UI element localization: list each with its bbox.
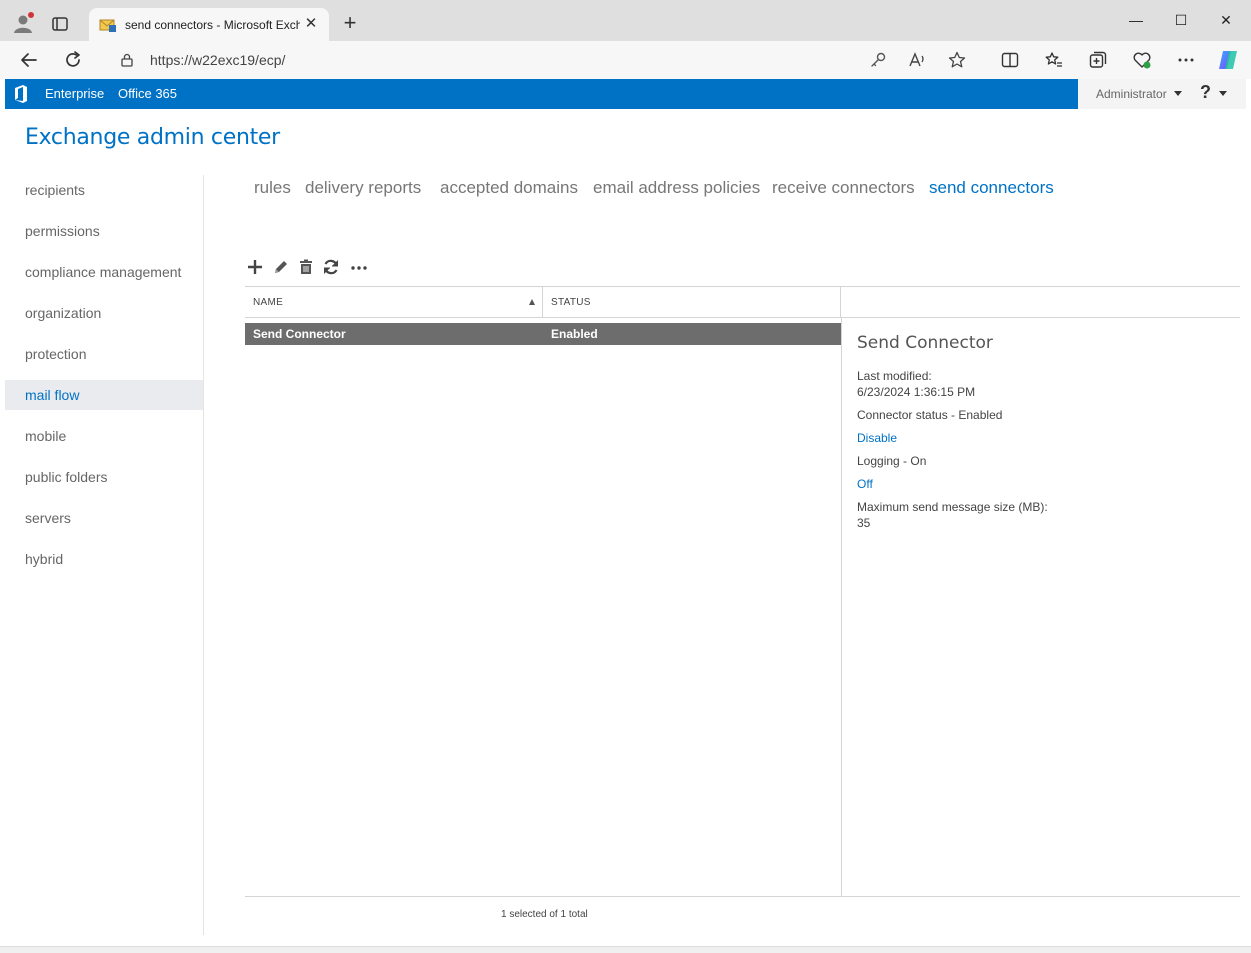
reload-icon[interactable] — [62, 49, 84, 71]
page-title: Exchange admin center — [25, 125, 280, 150]
address-bar[interactable]: https://w22exc19/ecp/ — [110, 46, 900, 74]
last-modified-label: Last modified: — [857, 369, 932, 383]
nav-item-hybrid[interactable]: hybrid — [5, 544, 204, 574]
lock-icon[interactable] — [120, 53, 134, 67]
delete-icon[interactable] — [297, 258, 315, 276]
key-icon[interactable] — [868, 50, 888, 70]
logging-off-link[interactable]: Off — [857, 477, 873, 491]
left-nav-divider — [203, 175, 204, 935]
max-size-label: Maximum send message size (MB): — [857, 500, 1048, 514]
help-icon[interactable]: ? — [1200, 82, 1211, 103]
chevron-down-icon[interactable] — [1219, 91, 1227, 96]
sort-ascending-icon — [529, 299, 535, 305]
nav-item-public-folders[interactable]: public folders — [5, 462, 204, 492]
favorites-icon[interactable] — [1044, 50, 1064, 70]
nav-item-compliance-management[interactable]: compliance management — [5, 257, 204, 287]
nav-item-mobile[interactable]: mobile — [5, 421, 204, 451]
edit-icon[interactable] — [272, 258, 290, 276]
read-aloud-icon[interactable] — [907, 50, 927, 70]
row-name: Send Connector — [253, 327, 346, 341]
suite-bar: Enterprise Office 365 Administrator ? — [5, 79, 1246, 109]
close-window-icon[interactable]: ✕ — [1216, 10, 1236, 30]
tab-email-address-policies[interactable]: email address policies — [593, 178, 760, 198]
tab-send-connectors[interactable]: send connectors — [929, 178, 1054, 198]
grid-footer-divider — [245, 896, 1240, 897]
more-icon[interactable] — [350, 258, 368, 276]
collections-icon[interactable] — [1088, 50, 1108, 70]
nav-item-recipients[interactable]: recipients — [5, 175, 204, 205]
max-size-value: 35 — [857, 516, 871, 530]
nav-item-protection[interactable]: protection — [5, 339, 204, 369]
browser-essentials-icon[interactable] — [1132, 50, 1152, 70]
tab-receive-connectors[interactable]: receive connectors — [772, 178, 915, 198]
tab-delivery-reports[interactable]: delivery reports — [305, 178, 421, 198]
details-title: Send Connector — [857, 333, 993, 353]
grid-header: NAME STATUS — [245, 286, 1240, 318]
column-divider[interactable] — [542, 287, 543, 318]
admin-menu[interactable]: Administrator — [1096, 87, 1167, 101]
new-tab-icon[interactable]: + — [340, 12, 360, 34]
office-logo-icon — [15, 85, 27, 103]
nav-item-servers[interactable]: servers — [5, 503, 204, 533]
copilot-icon[interactable] — [1216, 48, 1240, 72]
browser-tab-strip: send connectors - Microsoft Exchange ✕ +… — [0, 0, 1251, 41]
office365-link[interactable]: Office 365 — [118, 86, 177, 101]
refresh-icon[interactable] — [322, 258, 340, 276]
details-divider — [841, 318, 842, 896]
column-header-name[interactable]: NAME — [253, 297, 283, 308]
window-bottom-edge — [0, 946, 1251, 953]
table-row[interactable]: Send Connector Enabled — [245, 323, 841, 345]
tab-accepted-domains[interactable]: accepted domains — [440, 178, 578, 198]
browser-toolbar: https://w22exc19/ecp/ — [0, 41, 1251, 79]
split-screen-icon[interactable] — [1000, 50, 1020, 70]
column-header-status[interactable]: STATUS — [551, 297, 591, 308]
last-modified-value: 6/23/2024 1:36:15 PM — [857, 385, 976, 399]
browser-tab[interactable]: send connectors - Microsoft Exchange ✕ — [89, 8, 329, 41]
row-status: Enabled — [551, 327, 598, 341]
nav-item-permissions[interactable]: permissions — [5, 216, 204, 246]
favorite-star-icon[interactable] — [947, 50, 967, 70]
left-nav: recipients permissions compliance manage… — [5, 170, 204, 940]
tab-actions-icon[interactable] — [50, 14, 70, 34]
minimize-icon[interactable]: — — [1126, 10, 1146, 30]
maximize-icon[interactable]: ☐ — [1171, 10, 1191, 30]
add-icon[interactable] — [246, 258, 264, 276]
chevron-down-icon[interactable] — [1174, 91, 1182, 96]
user-area: Administrator ? — [1078, 79, 1246, 109]
disable-link[interactable]: Disable — [857, 431, 897, 445]
profile-icon[interactable] — [12, 12, 34, 34]
logging-status: Logging - On — [857, 454, 927, 468]
exchange-favicon-icon — [99, 19, 116, 32]
url-text: https://w22exc19/ecp/ — [150, 52, 286, 68]
back-icon[interactable] — [18, 49, 40, 71]
tab-close-icon[interactable]: ✕ — [303, 16, 319, 32]
enterprise-link[interactable]: Enterprise — [45, 86, 104, 101]
nav-item-mail-flow[interactable]: mail flow — [5, 380, 204, 410]
column-divider — [840, 287, 841, 318]
tab-rules[interactable]: rules — [254, 178, 291, 198]
nav-item-organization[interactable]: organization — [5, 298, 204, 328]
settings-more-icon[interactable] — [1176, 50, 1196, 70]
tab-title: send connectors - Microsoft Exchange — [125, 18, 300, 32]
selection-status: 1 selected of 1 total — [501, 909, 588, 920]
connector-status: Connector status - Enabled — [857, 408, 1003, 422]
